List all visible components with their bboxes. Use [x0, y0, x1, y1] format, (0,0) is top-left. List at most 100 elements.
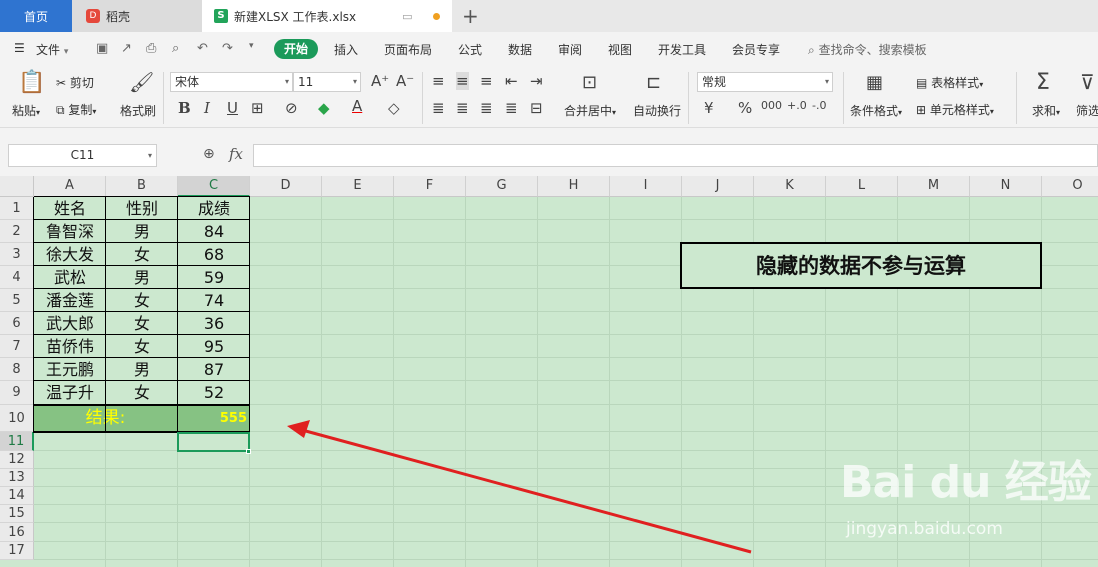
conditional-format-button[interactable]: 条件格式▾: [850, 102, 902, 119]
hamburger-icon[interactable]: ☰: [14, 41, 25, 55]
table-cell[interactable]: 武松: [34, 266, 106, 289]
merge-center-icon[interactable]: ⊡: [582, 72, 597, 93]
row-header-14[interactable]: 14: [0, 487, 34, 505]
copy-button[interactable]: ⧉ 复制▾: [56, 101, 96, 118]
spreadsheet-grid[interactable]: ABCDEFGHIJKLMNO 1 2 3 4 5 6 7 8 9 10 11 12 13 14 15 16 1…: [0, 176, 1098, 567]
table-cell[interactable]: 女: [106, 243, 178, 266]
column-header-j[interactable]: J: [682, 176, 754, 197]
formula-input[interactable]: [253, 144, 1098, 167]
justify-icon[interactable]: ≣: [505, 99, 518, 117]
sum-icon[interactable]: Σ: [1036, 70, 1050, 95]
column-header-n[interactable]: N: [970, 176, 1042, 197]
menu-view[interactable]: 视图: [608, 41, 632, 58]
table-cell[interactable]: 苗侨伟: [34, 335, 106, 358]
row-header-12[interactable]: 12: [0, 451, 34, 469]
align-top-icon[interactable]: ≡: [432, 72, 445, 90]
tab-home[interactable]: 首页: [0, 0, 72, 32]
column-header-i[interactable]: I: [610, 176, 682, 197]
table-cell[interactable]: 女: [106, 335, 178, 358]
bold-icon[interactable]: B: [178, 99, 191, 117]
row-header-7[interactable]: 7: [0, 335, 34, 358]
row-header-9[interactable]: 9: [0, 381, 34, 405]
decrease-font-icon[interactable]: A⁻: [396, 72, 414, 90]
italic-icon[interactable]: I: [204, 99, 210, 117]
row-header-15[interactable]: 15: [0, 505, 34, 523]
menu-developer[interactable]: 开发工具: [658, 41, 706, 58]
save-icon[interactable]: ▣: [96, 41, 108, 56]
table-cell[interactable]: 74: [178, 289, 250, 312]
paste-button[interactable]: 粘贴▾: [12, 102, 40, 119]
table-cell[interactable]: 87: [178, 358, 250, 381]
font-size-select[interactable]: 11 ▾: [293, 72, 361, 92]
menu-data[interactable]: 数据: [508, 41, 532, 58]
column-header-e[interactable]: E: [322, 176, 394, 197]
table-style-button[interactable]: ▤ 表格样式▾: [916, 74, 983, 91]
tab-document[interactable]: S 新建XLSX 工作表.xlsx ▭: [202, 0, 452, 32]
print-preview-icon[interactable]: ⌕: [172, 41, 179, 56]
menu-start[interactable]: 开始: [274, 39, 318, 59]
font-color-icon[interactable]: A: [352, 97, 362, 115]
column-header-c[interactable]: C: [178, 176, 250, 197]
table-cell[interactable]: 男: [106, 358, 178, 381]
percent-icon[interactable]: %: [738, 99, 752, 117]
table-cell[interactable]: 女: [106, 312, 178, 335]
table-cell[interactable]: 女: [106, 289, 178, 312]
print-icon[interactable]: ⎙: [146, 41, 156, 56]
row-header-1[interactable]: 1: [0, 197, 34, 220]
table-cell[interactable]: 68: [178, 243, 250, 266]
indent-decrease-icon[interactable]: ⇤: [505, 72, 518, 90]
decrease-decimal-icon[interactable]: -.0: [812, 99, 826, 112]
wrap-text-icon[interactable]: ⊏: [646, 72, 661, 93]
increase-font-icon[interactable]: A⁺: [371, 72, 389, 90]
column-header-l[interactable]: L: [826, 176, 898, 197]
column-header-d[interactable]: D: [250, 176, 322, 197]
menu-formulas[interactable]: 公式: [458, 41, 482, 58]
command-search[interactable]: ⌕ 查找命令、搜索模板: [808, 41, 927, 58]
align-bottom-icon[interactable]: ≡: [480, 72, 493, 90]
filter-icon[interactable]: ⊽: [1080, 70, 1095, 94]
row-header-16[interactable]: 16: [0, 523, 34, 542]
monitor-icon[interactable]: ▭: [402, 10, 412, 23]
strikethrough-icon[interactable]: ⊘: [285, 99, 298, 117]
column-header-m[interactable]: M: [898, 176, 970, 197]
header-cell[interactable]: 性别: [106, 197, 178, 220]
table-cell[interactable]: 84: [178, 220, 250, 243]
table-cell[interactable]: 武大郎: [34, 312, 106, 335]
select-all-corner[interactable]: [0, 176, 34, 197]
align-middle-icon[interactable]: ≡: [456, 72, 469, 90]
table-cell[interactable]: 52: [178, 381, 250, 405]
row-header-5[interactable]: 5: [0, 289, 34, 312]
table-cell[interactable]: 59: [178, 266, 250, 289]
table-cell[interactable]: 95: [178, 335, 250, 358]
redo-icon[interactable]: ↷: [222, 41, 233, 56]
font-name-select[interactable]: 宋体 ▾: [170, 72, 293, 92]
menu-review[interactable]: 审阅: [558, 41, 582, 58]
cell-style-button[interactable]: ⊞ 单元格样式▾: [916, 101, 994, 118]
column-header-f[interactable]: F: [394, 176, 466, 197]
table-cell[interactable]: 王元鹏: [34, 358, 106, 381]
number-format-select[interactable]: 常规 ▾: [697, 72, 833, 92]
border-icon[interactable]: ⊞: [251, 99, 264, 117]
clear-format-icon[interactable]: ◇: [388, 99, 400, 117]
menu-insert[interactable]: 插入: [334, 41, 358, 58]
column-header-o[interactable]: O: [1042, 176, 1098, 197]
indent-increase-icon[interactable]: ⇥: [530, 72, 543, 90]
menu-member[interactable]: 会员专享: [732, 41, 780, 58]
thousands-icon[interactable]: 000: [761, 99, 782, 112]
row-header-8[interactable]: 8: [0, 358, 34, 381]
note-textbox[interactable]: 隐藏的数据不参与运算: [680, 242, 1042, 289]
underline-icon[interactable]: U: [227, 99, 238, 117]
merge-center-button[interactable]: 合并居中▾: [564, 102, 616, 119]
fill-color-icon[interactable]: ◆: [318, 99, 330, 117]
column-header-b[interactable]: B: [106, 176, 178, 197]
table-cell[interactable]: 男: [106, 266, 178, 289]
row-header-13[interactable]: 13: [0, 469, 34, 487]
undo-icon[interactable]: ↶: [197, 41, 208, 56]
increase-decimal-icon[interactable]: +.0: [787, 99, 807, 112]
align-right-icon[interactable]: ≣: [480, 99, 493, 117]
row-header-3[interactable]: 3: [0, 243, 34, 266]
function-icon[interactable]: fx: [229, 145, 243, 163]
currency-icon[interactable]: ¥: [704, 99, 714, 117]
header-cell[interactable]: 姓名: [34, 197, 106, 220]
table-cell[interactable]: 潘金莲: [34, 289, 106, 312]
